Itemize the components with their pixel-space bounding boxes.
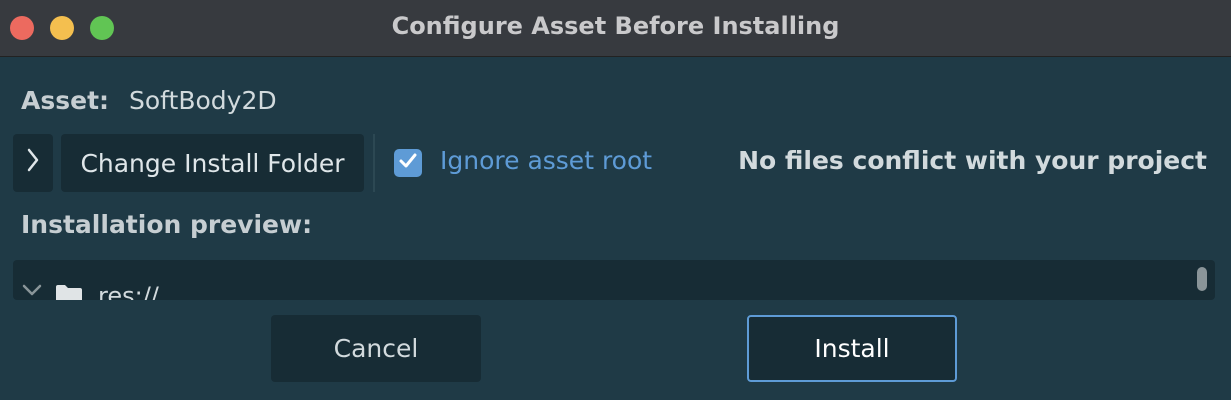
asset-name: SoftBody2D — [129, 86, 277, 115]
toolbar-separator — [373, 134, 375, 192]
chevron-down-icon[interactable] — [21, 282, 43, 300]
change-install-folder-button[interactable]: Change Install Folder — [61, 134, 364, 192]
window-title: Configure Asset Before Installing — [391, 12, 840, 40]
tree-root-item[interactable]: res:// — [98, 282, 159, 300]
scrollbar-handle[interactable] — [1197, 267, 1207, 291]
asset-label: Asset: — [21, 86, 110, 115]
cancel-button[interactable]: Cancel — [271, 315, 481, 382]
chevron-right-icon — [26, 147, 40, 180]
ignore-asset-root-label[interactable]: Ignore asset root — [440, 146, 652, 175]
installation-preview-label: Installation preview: — [21, 210, 313, 239]
installation-preview-tree[interactable]: res:// — [13, 260, 1215, 300]
expand-button[interactable] — [13, 134, 53, 192]
checkmark-icon — [398, 151, 418, 175]
folder-icon — [55, 284, 83, 300]
ignore-asset-root-checkbox[interactable] — [394, 149, 422, 177]
install-button[interactable]: Install — [747, 315, 957, 382]
conflict-status: No files conflict with your project — [738, 146, 1207, 175]
dialog-window: Configure Asset Before Installing Asset:… — [0, 0, 1231, 400]
title-bar: Configure Asset Before Installing — [0, 0, 1231, 57]
asset-row: Asset: SoftBody2D — [21, 86, 277, 115]
